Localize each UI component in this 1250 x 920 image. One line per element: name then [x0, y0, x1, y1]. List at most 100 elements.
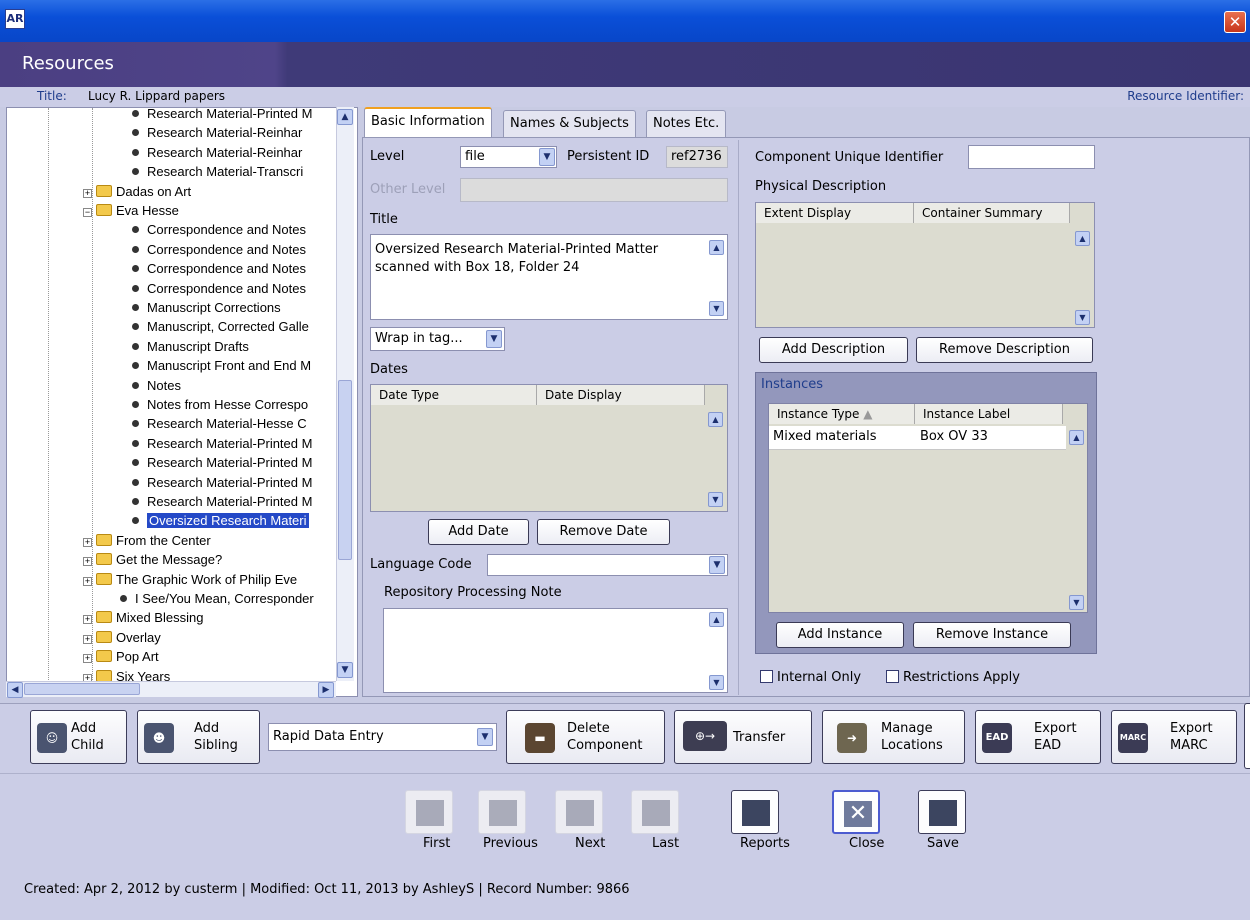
- next-record-button[interactable]: [555, 790, 603, 834]
- tab-basic-information[interactable]: Basic Information: [364, 107, 492, 138]
- tree-node[interactable]: Manuscript Drafts: [132, 337, 249, 356]
- instances-table[interactable]: Instance Type ▲ Instance Label Mixed mat…: [768, 403, 1088, 613]
- column-header-container-summary[interactable]: Container Summary: [914, 203, 1070, 223]
- scroll-left-icon[interactable]: ◀: [7, 682, 23, 698]
- tree-hscroll-thumb[interactable]: [24, 683, 140, 695]
- column-header-date-type[interactable]: Date Type: [371, 385, 537, 405]
- export-ead-button[interactable]: EAD Export EAD: [975, 710, 1101, 764]
- scroll-up-icon[interactable]: ▲: [1069, 430, 1084, 445]
- restrictions-apply-checkbox[interactable]: Restrictions Apply: [886, 670, 1020, 685]
- tree-node[interactable]: Research Material-Hesse C: [132, 414, 307, 433]
- add-date-button[interactable]: Add Date: [428, 519, 529, 545]
- tree-node[interactable]: Research Material-Printed M: [132, 434, 312, 453]
- save-button[interactable]: [918, 790, 966, 834]
- tree-node[interactable]: Research Material-Reinhar: [132, 123, 302, 142]
- scroll-down-icon[interactable]: ▼: [709, 675, 724, 690]
- tree-node[interactable]: + Mixed Blessing: [83, 608, 203, 627]
- language-code-select[interactable]: [487, 554, 728, 576]
- tree-node[interactable]: Notes from Hesse Correspo: [132, 395, 308, 414]
- tree-node[interactable]: Correspondence and Notes: [132, 279, 306, 298]
- table-row[interactable]: Mixed materials Box OV 33: [769, 426, 1066, 450]
- first-record-button[interactable]: [405, 790, 453, 834]
- expand-icon[interactable]: +: [83, 557, 92, 567]
- tree-node[interactable]: Notes: [132, 376, 181, 395]
- scroll-up-icon[interactable]: ▲: [709, 612, 724, 627]
- tab-names-subjects[interactable]: Names & Subjects: [503, 110, 636, 138]
- checkbox-box[interactable]: [886, 670, 899, 683]
- toolbar-overflow-button[interactable]: [1244, 703, 1250, 769]
- previous-record-button[interactable]: [478, 790, 526, 834]
- dates-table[interactable]: Date Type Date Display: [370, 384, 728, 512]
- tree-node[interactable]: Research Material-Reinhar: [132, 143, 302, 162]
- chevron-down-icon[interactable]: ▼: [539, 148, 555, 166]
- last-record-button[interactable]: [631, 790, 679, 834]
- chevron-down-icon[interactable]: ▼: [486, 330, 502, 348]
- tree-node[interactable]: Correspondence and Notes: [132, 220, 306, 239]
- checkbox-box[interactable]: [760, 670, 773, 683]
- add-description-button[interactable]: Add Description: [759, 337, 908, 363]
- tree-node[interactable]: Research Material-Transcri: [132, 162, 303, 181]
- column-header-extent-display[interactable]: Extent Display: [756, 203, 914, 223]
- export-marc-button[interactable]: MARC Export MARC: [1111, 710, 1237, 764]
- tree-node[interactable]: Research Material-Printed M: [132, 492, 312, 511]
- remove-instance-button[interactable]: Remove Instance: [913, 622, 1071, 648]
- tree-node[interactable]: Research Material-Printed M: [132, 108, 312, 123]
- collapse-icon[interactable]: −: [83, 208, 92, 217]
- wrap-in-tag-select[interactable]: Wrap in tag...: [370, 327, 505, 351]
- rapid-data-entry-select[interactable]: Rapid Data Entry: [268, 723, 497, 751]
- tree-node[interactable]: + Overlay: [83, 628, 161, 647]
- expand-icon[interactable]: +: [83, 654, 92, 664]
- tree-scroll-thumb[interactable]: [338, 380, 352, 560]
- tree-node[interactable]: Manuscript Corrections: [132, 298, 281, 317]
- column-header-instance-type[interactable]: Instance Type ▲: [769, 404, 915, 424]
- tree-node[interactable]: + Dadas on Art: [83, 182, 191, 201]
- component-tree[interactable]: Research Material-Printed M Research Mate…: [6, 107, 358, 697]
- scroll-down-icon[interactable]: ▼: [708, 492, 723, 507]
- repository-note-textarea[interactable]: [383, 608, 728, 693]
- column-header-instance-label[interactable]: Instance Label: [915, 404, 1063, 424]
- tree-node[interactable]: Correspondence and Notes: [132, 240, 306, 259]
- component-unique-identifier-field[interactable]: [968, 145, 1095, 169]
- tree-node[interactable]: Correspondence and Notes: [132, 259, 306, 278]
- expand-icon[interactable]: +: [83, 188, 92, 198]
- add-sibling-button[interactable]: ☻ Add Sibling: [137, 710, 260, 764]
- tree-node[interactable]: Research Material-Printed M: [132, 473, 312, 492]
- column-header-date-display[interactable]: Date Display: [537, 385, 705, 405]
- tree-node[interactable]: + Pop Art: [83, 647, 159, 666]
- add-child-button[interactable]: ☺ Add Child: [30, 710, 127, 764]
- scroll-down-icon[interactable]: ▼: [337, 662, 353, 678]
- tree-node[interactable]: Oversized Research Materi: [132, 511, 309, 530]
- scroll-down-icon[interactable]: ▼: [1069, 595, 1084, 610]
- tree-node[interactable]: I See/You Mean, Corresponder: [120, 589, 314, 608]
- expand-icon[interactable]: +: [83, 634, 92, 644]
- chevron-down-icon[interactable]: ▼: [709, 556, 725, 574]
- remove-date-button[interactable]: Remove Date: [537, 519, 670, 545]
- reports-button[interactable]: [731, 790, 779, 834]
- tree-node[interactable]: Manuscript Front and End M: [132, 356, 311, 375]
- delete-component-button[interactable]: ▬ Delete Component: [506, 710, 665, 764]
- expand-icon[interactable]: +: [83, 615, 92, 625]
- close-window-button[interactable]: ✕: [1224, 11, 1246, 33]
- tree-node[interactable]: − Eva Hesse: [83, 201, 179, 220]
- transfer-button[interactable]: ⊕→ Transfer: [674, 710, 812, 764]
- tree-node[interactable]: Manuscript, Corrected Galle: [132, 317, 309, 336]
- manage-locations-button[interactable]: ➜ Manage Locations: [822, 710, 965, 764]
- title-textarea[interactable]: Oversized Research Material-Printed Matt…: [370, 234, 728, 320]
- scroll-up-icon[interactable]: ▲: [1075, 231, 1090, 246]
- tree-node[interactable]: + Get the Message?: [83, 550, 222, 569]
- add-instance-button[interactable]: Add Instance: [776, 622, 904, 648]
- tree-node[interactable]: + The Graphic Work of Philip Eve: [83, 570, 297, 589]
- physical-description-table[interactable]: Extent Display Container Summary: [755, 202, 1095, 328]
- close-record-button[interactable]: ✕: [832, 790, 880, 834]
- tree-node[interactable]: Research Material-Printed M: [132, 453, 312, 472]
- chevron-down-icon[interactable]: ▼: [477, 728, 493, 746]
- expand-icon[interactable]: +: [83, 537, 92, 547]
- scroll-up-icon[interactable]: ▲: [709, 240, 724, 255]
- tree-node[interactable]: + From the Center: [83, 531, 211, 550]
- scroll-down-icon[interactable]: ▼: [709, 301, 724, 316]
- scroll-up-icon[interactable]: ▲: [708, 412, 723, 427]
- scroll-down-icon[interactable]: ▼: [1075, 310, 1090, 325]
- expand-icon[interactable]: +: [83, 576, 92, 586]
- scroll-up-icon[interactable]: ▲: [337, 109, 353, 125]
- scroll-right-icon[interactable]: ▶: [318, 682, 334, 698]
